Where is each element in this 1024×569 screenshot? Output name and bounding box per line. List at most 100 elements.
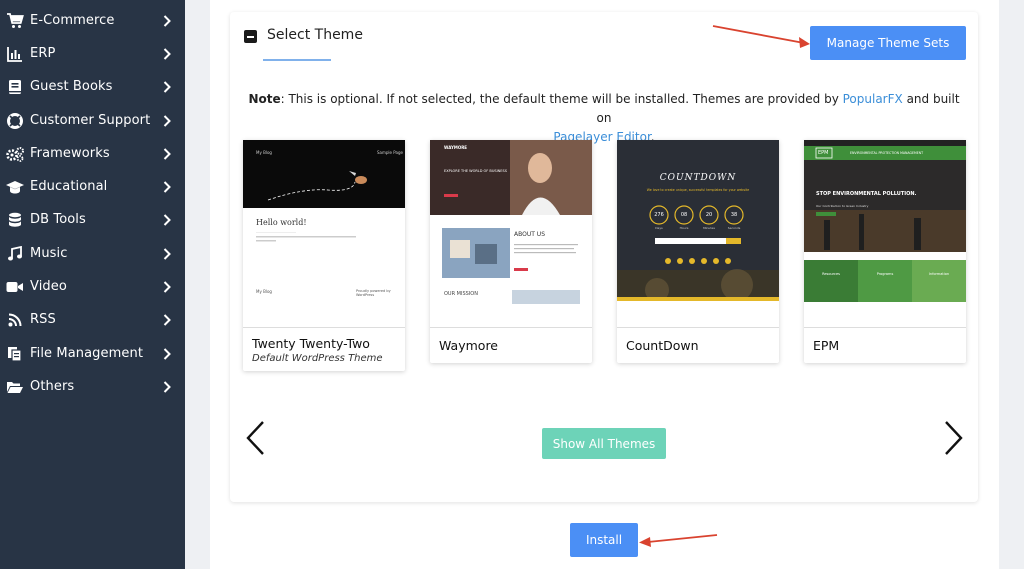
chevron-right-icon bbox=[161, 147, 173, 161]
section-title: Select Theme bbox=[267, 27, 363, 43]
theme-name: EPM bbox=[813, 338, 840, 353]
counter-value: 276 bbox=[654, 212, 664, 218]
music-note-icon bbox=[5, 244, 25, 264]
sidebar-item-e-commerce[interactable]: E-Commerce bbox=[0, 4, 185, 37]
sidebar: E-Commerce ERP Guest Books Customer Supp… bbox=[0, 0, 185, 569]
popularfx-link[interactable]: PopularFX bbox=[843, 92, 903, 106]
files-icon bbox=[5, 344, 25, 364]
note-text: Note: This is optional. If not selected,… bbox=[240, 90, 968, 147]
sidebar-item-label: ERP bbox=[30, 46, 56, 61]
thumb-footer-site: My Blog bbox=[256, 289, 272, 294]
thumb-footer-credit: Proudly powered by WordPress bbox=[356, 289, 391, 297]
note-label: Note bbox=[248, 92, 281, 106]
theme-thumbnail: COUNTDOWN We love to create unique, succ… bbox=[617, 140, 779, 328]
thumb-title: COUNTDOWN bbox=[659, 173, 737, 183]
carousel-next-button[interactable] bbox=[941, 420, 965, 456]
sidebar-item-label: File Management bbox=[30, 346, 144, 361]
counter-label: Seconds bbox=[727, 226, 741, 230]
chevron-right-icon bbox=[161, 213, 173, 227]
install-button[interactable]: Install bbox=[570, 523, 638, 557]
video-camera-icon bbox=[5, 277, 25, 297]
thumb-mission: OUR MISSION bbox=[444, 291, 478, 297]
thumb-headline: STOP ENVIRONMENTAL POLLUTION. bbox=[816, 191, 917, 197]
cart-icon bbox=[5, 11, 25, 31]
chevron-right-icon bbox=[161, 280, 173, 294]
chevron-right-icon bbox=[161, 313, 173, 327]
theme-name: Waymore bbox=[439, 338, 498, 353]
rss-icon bbox=[5, 310, 25, 330]
sidebar-item-label: E-Commerce bbox=[30, 13, 115, 28]
annotation-arrow-icon bbox=[639, 534, 718, 547]
thumb-brand: WAYMORE bbox=[444, 145, 468, 150]
chevron-right-icon bbox=[161, 114, 173, 128]
thumb-column-title: Information bbox=[928, 272, 950, 276]
thumb-post-title: Hello world! bbox=[256, 218, 307, 227]
counter-value: 38 bbox=[730, 212, 738, 218]
carousel-prev-button[interactable] bbox=[244, 420, 268, 456]
database-icon bbox=[5, 210, 25, 230]
sidebar-item-label: Video bbox=[30, 279, 67, 294]
thumb-subline: Our Contribution to Green Industry bbox=[816, 204, 869, 208]
theme-subtitle: Default WordPress Theme bbox=[252, 353, 383, 364]
chevron-right-icon bbox=[161, 80, 173, 94]
gears-icon bbox=[5, 144, 25, 164]
sidebar-item-music[interactable]: Music bbox=[0, 237, 185, 270]
book-icon bbox=[5, 77, 25, 97]
chevron-left-icon bbox=[246, 421, 264, 455]
theme-card-waymore[interactable]: WAYMORE EXPLORE THE WORLD OF BUSINESS AB… bbox=[430, 140, 592, 363]
collapse-toggle[interactable] bbox=[244, 30, 257, 43]
sidebar-item-label: Frameworks bbox=[30, 146, 110, 161]
sidebar-item-file-management[interactable]: File Management bbox=[0, 337, 185, 370]
sidebar-item-educational[interactable]: Educational bbox=[0, 170, 185, 203]
counter-value: 20 bbox=[705, 212, 713, 218]
thumb-tagline: We love to create unique, successful tem… bbox=[646, 188, 750, 192]
thumb-column-title: Resources bbox=[822, 272, 840, 276]
sidebar-item-label: Guest Books bbox=[30, 79, 113, 94]
thumb-header: ENVIRONMENTAL PROTECTION MANAGEMENT bbox=[850, 151, 924, 155]
theme-name: Twenty Twenty-Two bbox=[252, 336, 370, 351]
sidebar-item-db-tools[interactable]: DB Tools bbox=[0, 203, 185, 236]
theme-card-countdown[interactable]: COUNTDOWN We love to create unique, succ… bbox=[617, 140, 779, 363]
chevron-right-icon bbox=[161, 14, 173, 28]
annotation-arrow-icon bbox=[712, 25, 810, 48]
sidebar-item-rss[interactable]: RSS bbox=[0, 303, 185, 336]
counter-label: Minutes bbox=[703, 226, 715, 230]
sidebar-item-guest-books[interactable]: Guest Books bbox=[0, 70, 185, 103]
sidebar-item-erp[interactable]: ERP bbox=[0, 37, 185, 70]
sidebar-item-others[interactable]: Others bbox=[0, 370, 185, 403]
sidebar-item-label: Customer Support bbox=[30, 113, 151, 128]
chevron-right-icon bbox=[161, 380, 173, 394]
thumb-column-title: Programs bbox=[876, 272, 894, 276]
thumb-headline: EXPLORE THE WORLD OF BUSINESS bbox=[444, 169, 507, 173]
bar-chart-icon bbox=[5, 44, 25, 64]
title-underline bbox=[263, 59, 331, 61]
theme-thumbnail: My Blog Sample Page Hello world! My Blog… bbox=[243, 140, 405, 328]
counter-label: Hours bbox=[679, 226, 689, 230]
note-body: : This is optional. If not selected, the… bbox=[280, 92, 843, 106]
thumb-about: ABOUT US bbox=[514, 231, 546, 238]
counter-label: Days bbox=[655, 226, 663, 230]
folder-open-icon bbox=[5, 377, 25, 397]
manage-theme-sets-button[interactable]: Manage Theme Sets bbox=[810, 26, 966, 60]
graduation-cap-icon bbox=[5, 177, 25, 197]
sidebar-item-customer-support[interactable]: Customer Support bbox=[0, 104, 185, 137]
sidebar-item-label: RSS bbox=[30, 312, 56, 327]
theme-card-twenty-twenty-two[interactable]: My Blog Sample Page Hello world! My Blog… bbox=[243, 140, 405, 371]
theme-card-epm[interactable]: EPM ENVIRONMENTAL PROTECTION MANAGEMENT … bbox=[804, 140, 966, 363]
show-all-themes-button[interactable]: Show All Themes bbox=[542, 428, 666, 459]
lifebuoy-icon bbox=[5, 111, 25, 131]
counter-value: 08 bbox=[680, 212, 688, 218]
theme-thumbnail: WAYMORE EXPLORE THE WORLD OF BUSINESS AB… bbox=[430, 140, 592, 328]
chevron-right-icon bbox=[161, 180, 173, 194]
sidebar-item-video[interactable]: Video bbox=[0, 270, 185, 303]
thumb-nav-link: Sample Page bbox=[377, 150, 403, 155]
thumb-site-name: My Blog bbox=[256, 150, 272, 155]
theme-name: CountDown bbox=[626, 338, 699, 353]
chevron-right-icon bbox=[945, 421, 963, 455]
chevron-right-icon bbox=[161, 347, 173, 361]
sidebar-item-label: DB Tools bbox=[30, 212, 86, 227]
sidebar-item-frameworks[interactable]: Frameworks bbox=[0, 137, 185, 170]
sidebar-item-label: Music bbox=[30, 246, 68, 261]
chevron-right-icon bbox=[161, 47, 173, 61]
chevron-right-icon bbox=[161, 247, 173, 261]
